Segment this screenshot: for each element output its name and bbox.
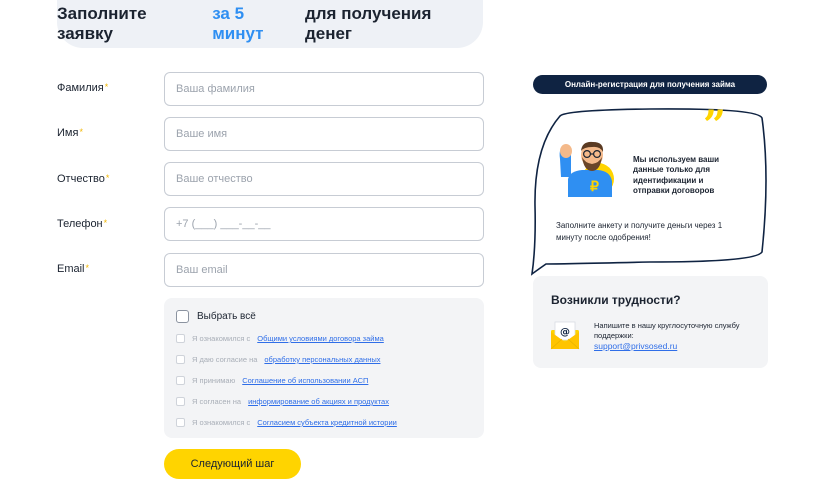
- online-registration-badge: Онлайн-регистрация для получения займа: [533, 75, 767, 94]
- consent-marketing-checkbox[interactable]: [176, 397, 185, 406]
- bubble-note: Мы используем ваши данные только для иде…: [633, 155, 720, 196]
- patronymic-input[interactable]: [164, 162, 484, 196]
- consent-personal-data-prefix: Я даю согласие на: [192, 355, 258, 364]
- consent-marketing-prefix: Я согласен на: [192, 397, 242, 406]
- phone-input[interactable]: [164, 207, 484, 241]
- support-text: Напишите в нашу круглосуточную службу по…: [594, 321, 740, 341]
- consent-terms-checkbox[interactable]: [176, 334, 185, 343]
- header-title-accent: за 5 минут: [212, 4, 264, 43]
- select-all-label: Выбрать всё: [197, 311, 256, 322]
- mail-icon: @: [550, 321, 580, 350]
- next-step-button[interactable]: Следующий шаг: [164, 449, 301, 479]
- name-label: Имя*: [57, 127, 83, 139]
- support-email-link[interactable]: support@privsosed.ru: [594, 341, 677, 351]
- form-header: Заполните заявку за 5 минут для получени…: [57, 0, 483, 48]
- consent-terms-prefix: Я ознакомился с: [192, 334, 251, 343]
- mascot-illustration: ₽: [559, 141, 614, 197]
- surname-label: Фамилия*: [57, 82, 109, 94]
- email-input[interactable]: [164, 253, 484, 287]
- consent-asp-prefix: Я принимаю: [192, 376, 236, 385]
- select-all-checkbox[interactable]: Выбрать всё: [176, 310, 256, 323]
- consent-asp-link[interactable]: Соглашение об использовании АСП: [242, 376, 368, 385]
- consent-asp-checkbox[interactable]: [176, 376, 185, 385]
- support-card: Возникли трудности? @ Напишите в нашу кр…: [533, 276, 768, 368]
- header-title-before: Заполните заявку: [57, 4, 147, 43]
- consent-credit-history-prefix: Я ознакомился с: [192, 418, 251, 427]
- patronymic-label: Отчество*: [57, 173, 110, 185]
- name-input[interactable]: [164, 117, 484, 151]
- checkbox-icon[interactable]: [176, 310, 189, 323]
- consent-terms: Я ознакомился с Общими условиями договор…: [176, 334, 384, 343]
- consent-personal-data-link[interactable]: обработку персональных данных: [264, 355, 380, 364]
- consent-marketing: Я согласен на информирование об акциях и…: [176, 397, 389, 406]
- phone-label: Телефон*: [57, 218, 108, 230]
- support-title: Возникли трудности?: [551, 293, 681, 307]
- consent-personal-data: Я даю согласие на обработку персональных…: [176, 355, 380, 364]
- bubble-subtext: Заполните анкету и получите деньги через…: [556, 221, 723, 242]
- header-title-after: для получения денег: [304, 4, 432, 43]
- svg-text:@: @: [560, 327, 570, 338]
- surname-input[interactable]: [164, 72, 484, 106]
- consents-panel: Выбрать всё Я ознакомился с Общими услов…: [164, 298, 484, 438]
- consent-marketing-link[interactable]: информирование об акциях и продуктах: [248, 397, 389, 406]
- email-label: Email*: [57, 263, 90, 275]
- svg-text:₽: ₽: [590, 178, 599, 194]
- consent-personal-data-checkbox[interactable]: [176, 355, 185, 364]
- consent-credit-history-link[interactable]: Согласием субъекта кредитной истории: [257, 418, 397, 427]
- consent-credit-history-checkbox[interactable]: [176, 418, 185, 427]
- consent-credit-history: Я ознакомился с Согласием субъекта креди…: [176, 418, 397, 427]
- consent-asp: Я принимаю Соглашение об использовании А…: [176, 376, 368, 385]
- consent-terms-link[interactable]: Общими условиями договора займа: [257, 334, 384, 343]
- quote-icon: ”: [703, 102, 727, 149]
